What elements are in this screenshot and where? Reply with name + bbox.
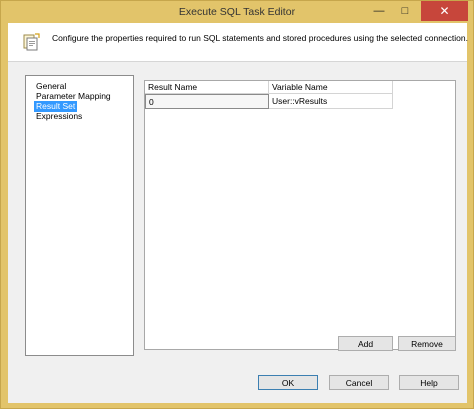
dialog-header: Configure the properties required to run… bbox=[8, 23, 468, 61]
minimize-button[interactable]: — bbox=[366, 1, 392, 21]
maximize-button[interactable]: □ bbox=[392, 1, 418, 21]
nav-item-expressions[interactable]: Expressions bbox=[34, 111, 84, 122]
title-bar[interactable]: Execute SQL Task Editor — □ ✕ bbox=[1, 1, 473, 23]
header-description: Configure the properties required to run… bbox=[52, 33, 468, 43]
column-header-variable-name[interactable]: Variable Name bbox=[269, 81, 393, 94]
column-header-result-name[interactable]: Result Name bbox=[145, 81, 269, 94]
remove-button[interactable]: Remove bbox=[398, 336, 456, 351]
ok-button[interactable]: OK bbox=[258, 375, 318, 390]
task-editor-icon bbox=[22, 32, 42, 52]
result-name-cell[interactable]: 0 bbox=[145, 94, 269, 109]
grid-header-row: Result Name Variable Name bbox=[145, 81, 455, 94]
add-button[interactable]: Add bbox=[338, 336, 393, 351]
variable-name-cell[interactable]: User::vResults bbox=[269, 94, 393, 109]
result-set-grid[interactable]: Result Name Variable Name 0 User::vResul… bbox=[144, 80, 456, 350]
page-navigation-list[interactable]: General Parameter Mapping Result Set Exp… bbox=[25, 75, 134, 356]
cancel-button[interactable]: Cancel bbox=[329, 375, 389, 390]
execute-sql-task-editor-window: Execute SQL Task Editor — □ ✕ Configure … bbox=[0, 0, 474, 409]
help-button[interactable]: Help bbox=[399, 375, 459, 390]
dialog-client-area: Configure the properties required to run… bbox=[8, 23, 468, 403]
close-button[interactable]: ✕ bbox=[421, 1, 468, 21]
header-divider bbox=[8, 61, 467, 62]
